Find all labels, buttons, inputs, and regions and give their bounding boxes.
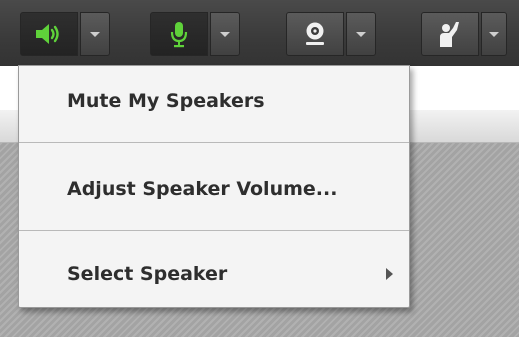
raise-hand-dropdown-button[interactable]	[481, 12, 507, 56]
microphone-dropdown-button[interactable]	[210, 12, 240, 56]
webcam-dropdown-button[interactable]	[346, 12, 376, 56]
speaker-dropdown-button[interactable]	[80, 12, 110, 56]
app-window: Mute My Speakers Adjust Speaker Volume..…	[0, 0, 519, 337]
raise-hand-icon	[440, 22, 459, 47]
chevron-right-icon	[386, 268, 393, 280]
chevron-down-icon	[489, 31, 499, 37]
menu-item-adjust-volume[interactable]: Adjust Speaker Volume...	[19, 154, 409, 224]
speaker-menu: Mute My Speakers Adjust Speaker Volume..…	[18, 65, 410, 308]
raise-hand-button[interactable]	[421, 12, 479, 56]
chevron-down-icon	[356, 31, 366, 37]
menu-divider	[19, 230, 409, 231]
microphone-button[interactable]	[150, 12, 208, 56]
chevron-down-icon	[220, 31, 230, 37]
speaker-control	[20, 12, 110, 56]
chevron-down-icon	[90, 31, 100, 37]
webcam-button[interactable]	[286, 12, 344, 56]
menu-item-label: Adjust Speaker Volume...	[67, 178, 338, 200]
menu-divider	[19, 142, 409, 143]
menu-item-label: Mute My Speakers	[67, 90, 265, 112]
meeting-toolbar	[0, 0, 519, 66]
webcam-control	[286, 12, 376, 56]
microphone-icon	[170, 22, 188, 48]
menu-item-mute-speakers[interactable]: Mute My Speakers	[19, 66, 409, 136]
speaker-button[interactable]	[20, 12, 78, 56]
webcam-icon	[306, 22, 324, 45]
speaker-icon	[36, 24, 59, 44]
menu-item-select-speaker[interactable]: Select Speaker	[19, 239, 409, 309]
menu-item-label: Select Speaker	[67, 263, 228, 285]
microphone-control	[150, 12, 240, 56]
raise-hand-control	[421, 12, 507, 56]
